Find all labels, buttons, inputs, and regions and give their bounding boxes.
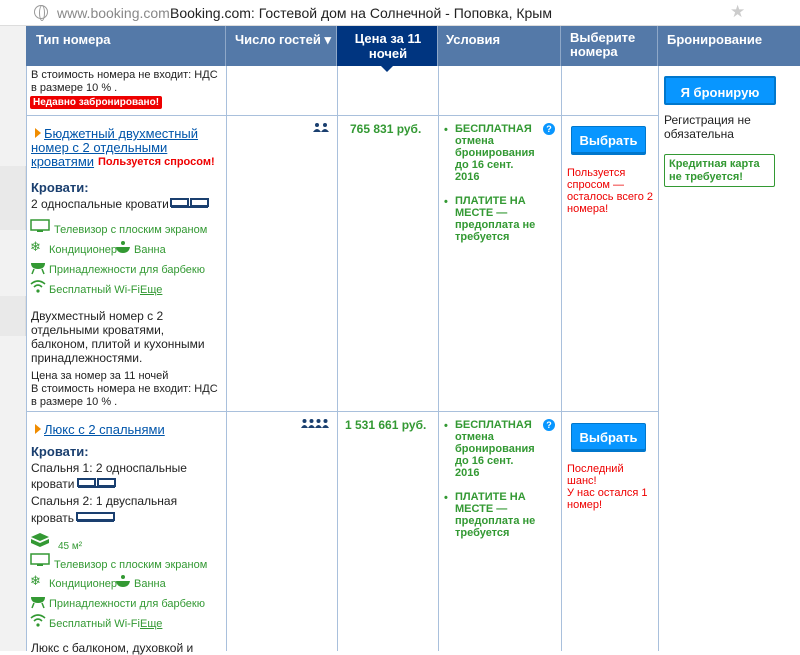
registration-note: обязательна <box>664 127 734 141</box>
recently-booked-badge: Недавно забронировано! <box>30 96 163 109</box>
bbq-icon <box>31 597 45 609</box>
grid-line <box>658 66 659 651</box>
tv-icon <box>30 553 50 566</box>
header-conditions: Условия <box>438 26 561 66</box>
room-name-link[interactable]: номер с 2 отдельными <box>31 140 167 155</box>
snowflake-icon: ❄ <box>30 239 41 254</box>
room-name-link[interactable]: Бюджетный двухместный <box>44 126 198 141</box>
expand-arrow-icon[interactable] <box>35 424 41 434</box>
amenity-ac: Кондиционер <box>49 244 118 256</box>
expand-arrow-icon[interactable] <box>35 128 41 138</box>
globe-icon <box>34 5 48 21</box>
room-name-link[interactable]: Люкс с 2 спальнями <box>44 422 165 437</box>
room-price: 1 531 661 руб. <box>345 418 427 432</box>
select-room-button[interactable]: Выбрать <box>571 126 646 155</box>
wifi-icon <box>30 614 46 627</box>
bullet: • <box>444 196 448 208</box>
wifi-icon <box>30 280 46 293</box>
registration-note: Регистрация не <box>664 113 751 127</box>
help-icon[interactable]: ? <box>543 123 555 135</box>
room-description: Люкс с балконом, духовкой и <box>31 641 194 655</box>
bullet: • <box>444 492 448 504</box>
room-description: отдельными кроватями, <box>31 323 165 337</box>
grid-line <box>226 66 227 651</box>
guests-4-icon <box>301 419 329 428</box>
beds-text: кровати <box>31 477 75 491</box>
header-price[interactable]: Цена за 11 ночей <box>337 26 438 66</box>
book-now-button[interactable]: Я бронирую <box>664 76 776 105</box>
beds-text: Спальня 2: 1 двуспальная <box>31 494 178 508</box>
beds-title: Кровати: <box>31 180 89 195</box>
beds-title: Кровати: <box>31 444 89 459</box>
header-select: Выберите номера <box>561 26 658 66</box>
address-bar[interactable]: www.booking.com Booking.com: Гостевой до… <box>0 0 800 26</box>
room-description: Двухместный номер с 2 <box>31 309 164 323</box>
vat-line: В стоимость номера не входит: НДС <box>31 69 218 81</box>
vat-line: в размере 10 % . <box>31 396 118 408</box>
bbq-icon <box>31 263 45 275</box>
no-credit-card-badge: Кредитная карта не требуется! <box>664 154 775 187</box>
room-size: 45 м² <box>58 541 83 552</box>
bath-icon <box>116 575 130 587</box>
vat-line: в размере 10 % . <box>31 82 118 94</box>
page-title: Booking.com: Гостевой дом на Солнечной -… <box>170 5 552 21</box>
availability-note: номера! <box>567 203 609 215</box>
single-bed-icon <box>77 478 116 488</box>
pay-at-property-text: требуется <box>455 527 510 539</box>
amenity-bath: Ванна <box>134 244 166 256</box>
vat-line: В стоимость номера не входит: НДС <box>31 383 218 395</box>
room-description: балконом, плитой и кухонными <box>31 337 205 351</box>
grid-line <box>561 66 562 651</box>
beds-text: кровать <box>31 511 74 525</box>
row-divider <box>26 411 658 412</box>
double-bed-icon <box>76 512 115 522</box>
header-price-pointer <box>381 66 393 72</box>
more-amenities-link[interactable]: Еще <box>140 618 162 631</box>
free-cancel-text: 2016 <box>455 467 480 479</box>
more-amenities-link[interactable]: Еще <box>140 284 162 297</box>
availability-note: номер! <box>567 499 603 511</box>
grid-line <box>438 66 439 651</box>
beds-text: Спальня 1: 2 односпальные <box>31 461 187 475</box>
guests-2-icon <box>313 123 329 132</box>
tv-icon <box>30 219 50 232</box>
single-bed-icon <box>170 198 209 208</box>
room-price: 765 831 руб. <box>350 122 422 136</box>
amenity-ac: Кондиционер <box>49 578 118 590</box>
card-note-line: не требуется! <box>669 171 743 183</box>
room-size-icon <box>31 533 49 547</box>
beds-text: 2 односпальные кровати <box>31 197 169 211</box>
url-host: www.booking.com <box>57 5 170 21</box>
room-name-link[interactable]: кроватями <box>31 154 94 169</box>
bath-icon <box>116 241 130 253</box>
amenity-tv: Телевизор с плоским экраном <box>54 224 208 236</box>
amenity-wifi: Бесплатный Wi-Fi <box>49 618 140 630</box>
amenity-bath: Ванна <box>134 578 166 590</box>
header-booking: Бронирование <box>658 26 800 66</box>
header-room-type: Тип номера <box>26 26 226 66</box>
grid-line <box>26 66 27 651</box>
price-for-label: Цена за номер за 11 ночей <box>31 370 169 382</box>
amenity-tv: Телевизор с плоским экраном <box>54 559 208 571</box>
header-guests[interactable]: Число гостей ▾ <box>226 26 337 66</box>
bullet: • <box>444 420 448 432</box>
bullet: • <box>444 124 448 136</box>
high-demand-label: Пользуется спросом! <box>98 156 215 168</box>
help-icon[interactable]: ? <box>543 419 555 431</box>
grid-line <box>337 66 338 651</box>
amenity-wifi: Бесплатный Wi-Fi <box>49 284 140 296</box>
select-room-button[interactable]: Выбрать <box>571 423 646 452</box>
bookmark-star-icon[interactable]: ★ <box>730 2 745 22</box>
snowflake-icon: ❄ <box>30 573 41 588</box>
left-gutter <box>0 26 26 651</box>
amenity-bbq: Принадлежности для барбекю <box>49 598 205 610</box>
pay-at-property-text: требуется <box>455 231 510 243</box>
amenity-bbq: Принадлежности для барбекю <box>49 264 205 276</box>
card-note-line: Кредитная карта <box>669 158 760 170</box>
free-cancel-text: 2016 <box>455 171 480 183</box>
row-divider <box>26 115 658 116</box>
room-description: принадлежностями. <box>31 351 143 365</box>
